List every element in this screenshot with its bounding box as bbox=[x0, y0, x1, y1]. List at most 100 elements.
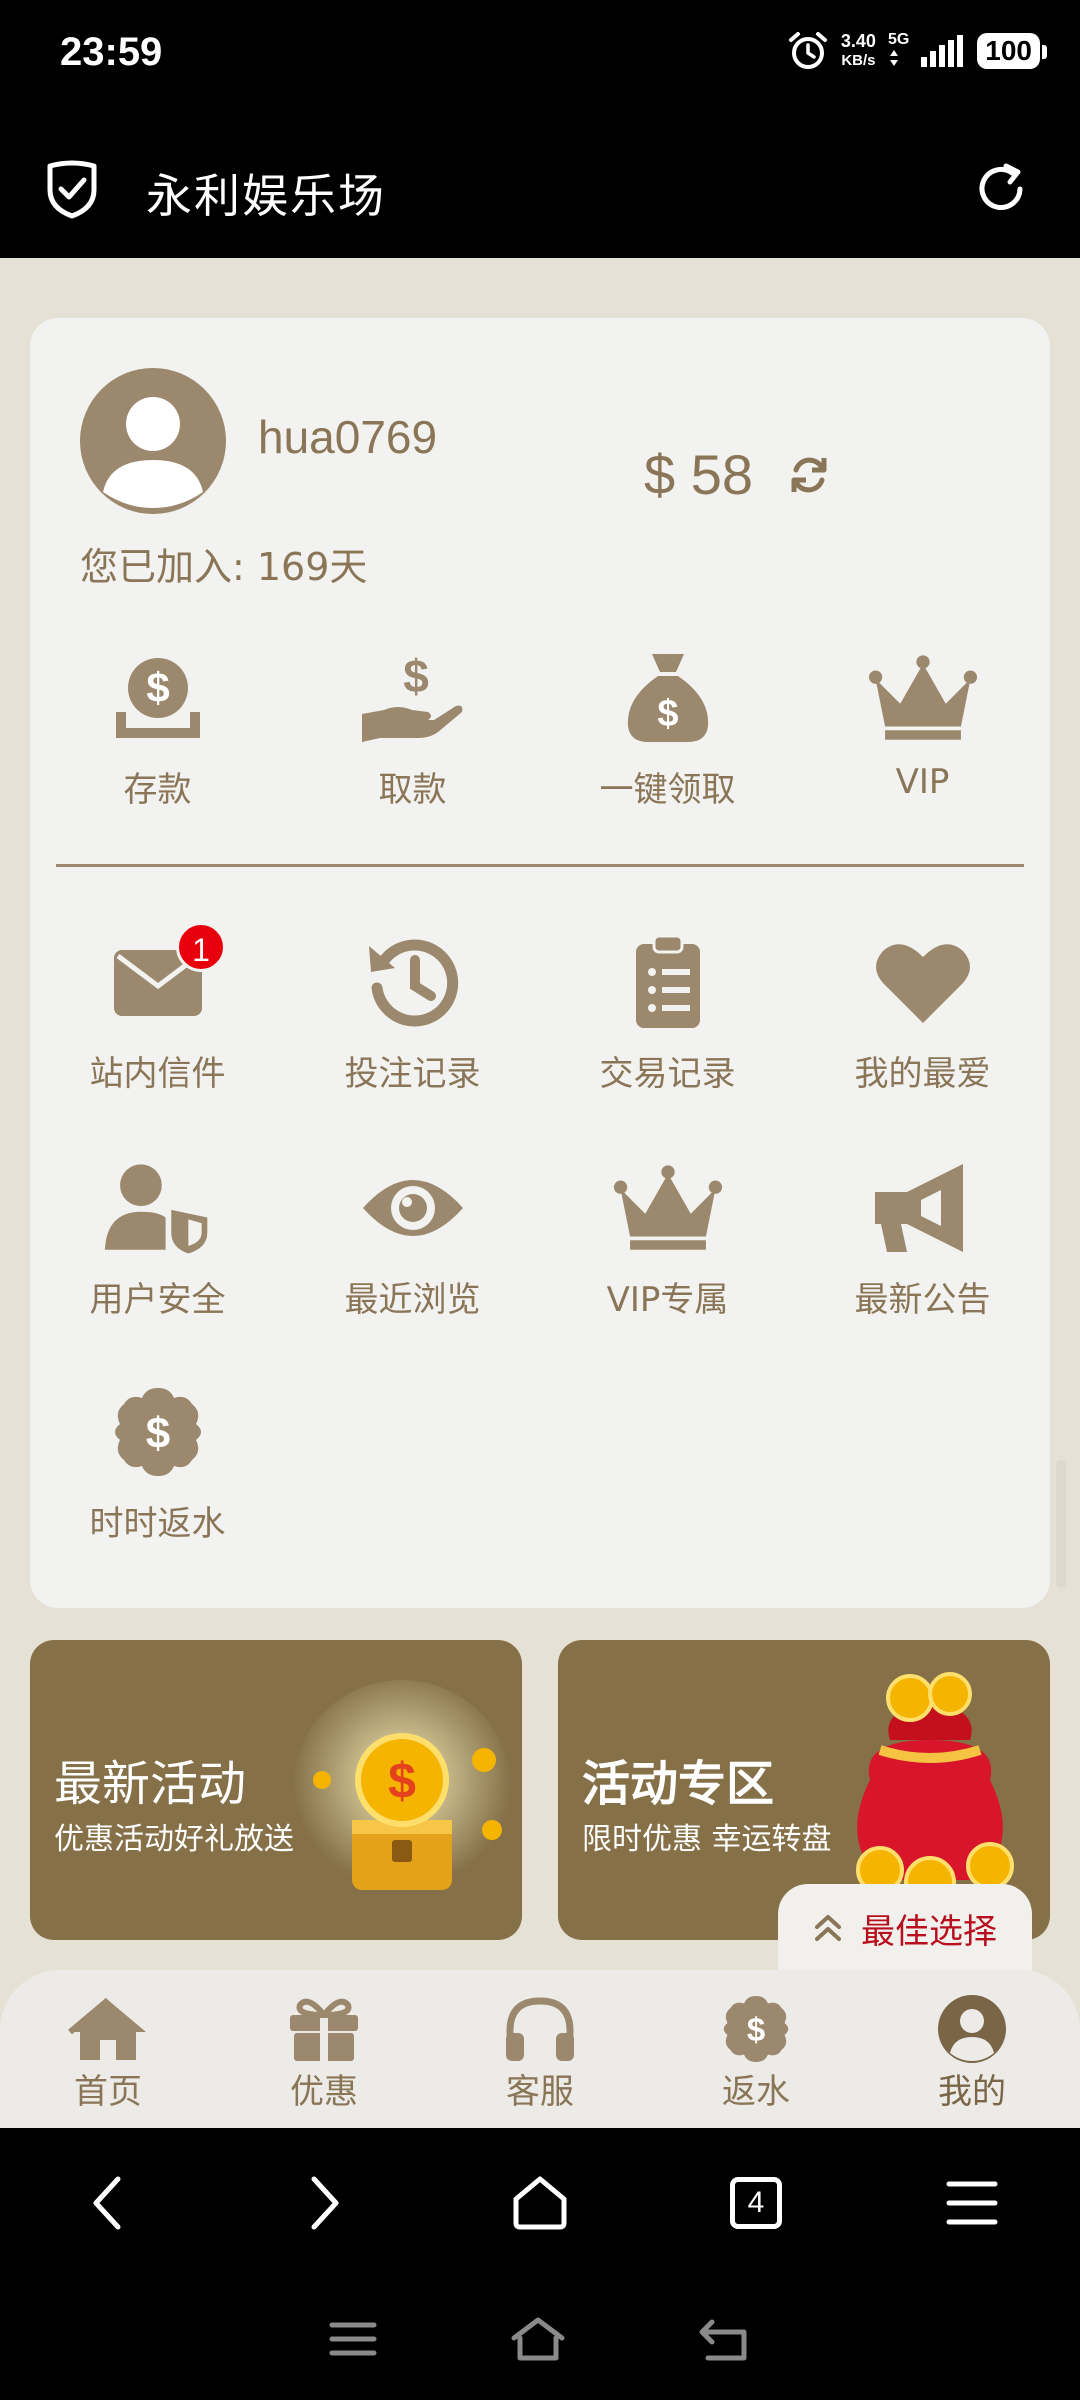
tab-count-icon: 4 bbox=[730, 2177, 782, 2229]
treasure-chest-icon: $ bbox=[292, 1680, 512, 1900]
speed-unit: KB/s bbox=[841, 52, 876, 69]
latest-events-banner[interactable]: 最新活动 优惠活动好礼放送 $ bbox=[30, 1640, 522, 1940]
divider bbox=[56, 864, 1024, 867]
one-click-claim-button[interactable]: $ 一键领取 bbox=[540, 648, 795, 811]
tab-home-label: 首页 bbox=[74, 2072, 142, 2112]
menu-button[interactable] bbox=[864, 2178, 1080, 2228]
username: hua0769 bbox=[258, 411, 438, 463]
dollar-badge-icon: $ bbox=[723, 1996, 789, 2062]
svg-text:$: $ bbox=[145, 1409, 169, 1458]
scrollbar[interactable] bbox=[1056, 1460, 1066, 1588]
rebate-button[interactable]: $ 时时返水 bbox=[30, 1382, 285, 1545]
dollar-badge-icon: $ bbox=[114, 1388, 201, 1476]
svg-text:$: $ bbox=[146, 664, 169, 711]
transaction-history-button[interactable]: 交易记录 bbox=[540, 932, 795, 1095]
unread-badge: 1 bbox=[176, 922, 226, 972]
tab-promotions[interactable]: 优惠 bbox=[216, 1970, 432, 2128]
banner-title: 活动专区 bbox=[582, 1756, 775, 1812]
bet-history-button[interactable]: 投注记录 bbox=[285, 932, 540, 1095]
user-security-button[interactable]: 用户安全 bbox=[30, 1158, 285, 1321]
speed-value: 3.40 bbox=[840, 31, 876, 51]
network-label: 5G bbox=[887, 30, 910, 48]
chevron-right-icon bbox=[311, 2176, 339, 2230]
favorites-button[interactable]: 我的最爱 bbox=[795, 932, 1050, 1095]
user-circle-icon bbox=[938, 1995, 1006, 2063]
vip-button[interactable]: VIP bbox=[795, 648, 1050, 811]
money-bag-icon: $ bbox=[627, 654, 708, 742]
user-security-label: 用户安全 bbox=[89, 1280, 226, 1320]
deposit-icon: $ bbox=[115, 658, 200, 738]
page-title: 永利娱乐场 bbox=[146, 169, 386, 223]
back-button[interactable] bbox=[0, 2173, 216, 2233]
menu-row-1: 1 站内信件 投注记录 交易记录 我的最爱 bbox=[30, 922, 1050, 1095]
svg-text:$: $ bbox=[747, 2011, 765, 2048]
recently-viewed-button[interactable]: 最近浏览 bbox=[285, 1158, 540, 1321]
battery-indicator: 100 bbox=[977, 33, 1047, 69]
banner-subtitle: 限时优惠 幸运转盘 bbox=[582, 1822, 832, 1857]
clipboard-list-icon bbox=[635, 934, 700, 1028]
tab-mine-label: 我的 bbox=[938, 2072, 1006, 2112]
tab-rebate-label: 返水 bbox=[722, 2072, 790, 2112]
mail-button[interactable]: 1 站内信件 bbox=[30, 922, 285, 1095]
eye-icon bbox=[362, 1180, 463, 1236]
signal-icon bbox=[921, 35, 964, 67]
bet-history-label: 投注记录 bbox=[344, 1054, 481, 1094]
home-outline-icon bbox=[513, 2176, 567, 2230]
svg-text:$: $ bbox=[388, 1753, 416, 1809]
tab-rebate[interactable]: $ 返水 bbox=[648, 1970, 864, 2128]
status-time: 23:59 bbox=[60, 30, 163, 74]
withdraw-label: 取款 bbox=[378, 770, 447, 810]
status-indicators: 3.40 KB/s 5G 100 bbox=[787, 30, 1047, 72]
tab-customer-service[interactable]: 客服 bbox=[432, 1970, 648, 2128]
browser-nav-bar: 4 bbox=[0, 2128, 1080, 2278]
menu-row-2: 用户安全 最近浏览 VIP专属 最新公告 bbox=[30, 1158, 1050, 1321]
crown-icon bbox=[868, 655, 977, 740]
tab-mine[interactable]: 我的 bbox=[864, 1970, 1080, 2128]
vip-exclusive-button[interactable]: VIP专属 bbox=[540, 1158, 795, 1321]
quick-actions: $ 存款 $ 取款 $ 一键领取 VIP bbox=[30, 648, 1050, 811]
recent-apps-icon[interactable] bbox=[328, 2319, 378, 2359]
tab-home[interactable]: 首页 bbox=[0, 1970, 216, 2128]
alarm-icon bbox=[788, 32, 827, 69]
bottom-tab-bar: 首页 优惠 客服 $ 返水 我的 bbox=[0, 1970, 1080, 2128]
announcements-label: 最新公告 bbox=[854, 1280, 991, 1320]
avatar[interactable] bbox=[80, 368, 226, 514]
megaphone-icon bbox=[874, 1164, 963, 1252]
deposit-button[interactable]: $ 存款 bbox=[30, 648, 285, 811]
chevron-left-icon bbox=[93, 2176, 121, 2230]
lucky-bag-icon bbox=[856, 1672, 1014, 1908]
tab-customer-service-label: 客服 bbox=[506, 2072, 574, 2112]
network-type: 5G bbox=[888, 31, 909, 72]
home-icon bbox=[68, 1997, 146, 2060]
announcements-button[interactable]: 最新公告 bbox=[795, 1158, 1050, 1321]
balance-refresh-icon[interactable] bbox=[786, 452, 832, 498]
banner-title: 最新活动 bbox=[54, 1756, 247, 1812]
vip-exclusive-label: VIP专属 bbox=[606, 1280, 729, 1320]
tabs-button[interactable]: 4 bbox=[648, 2177, 864, 2229]
shield-check-icon[interactable] bbox=[44, 158, 100, 220]
app-title-bar: 永利娱乐场 bbox=[0, 120, 1080, 258]
status-bar: 23:59 3.40 KB/s 5G 100 bbox=[0, 0, 1080, 120]
withdraw-icon: $ bbox=[361, 650, 462, 742]
hamburger-menu-icon bbox=[946, 2181, 998, 2225]
forward-button[interactable] bbox=[216, 2173, 432, 2233]
gift-icon bbox=[290, 1998, 358, 2061]
menu-row-3: $ 时时返水 bbox=[30, 1382, 1050, 1545]
network-speed: 3.40 KB/s bbox=[841, 32, 876, 70]
withdraw-button[interactable]: $ 取款 bbox=[285, 648, 540, 811]
history-icon bbox=[368, 939, 458, 1027]
refresh-icon[interactable] bbox=[972, 160, 1030, 218]
system-home-icon[interactable] bbox=[508, 2314, 568, 2364]
updown-arrows-icon bbox=[889, 49, 898, 66]
rebate-label: 时时返水 bbox=[89, 1504, 226, 1544]
browser-home-button[interactable] bbox=[432, 2173, 648, 2233]
recently-viewed-label: 最近浏览 bbox=[344, 1280, 481, 1320]
best-choice-label: 最佳选择 bbox=[861, 1911, 997, 1952]
heart-icon bbox=[875, 944, 970, 1023]
tab-promotions-label: 优惠 bbox=[290, 2072, 358, 2112]
system-back-icon[interactable] bbox=[698, 2314, 752, 2364]
joined-days: 您已加入: 169天 bbox=[80, 545, 368, 589]
vip-label: VIP bbox=[895, 762, 950, 802]
best-choice-button[interactable]: 最佳选择 bbox=[778, 1884, 1032, 1972]
tab-count: 4 bbox=[747, 2186, 765, 2219]
